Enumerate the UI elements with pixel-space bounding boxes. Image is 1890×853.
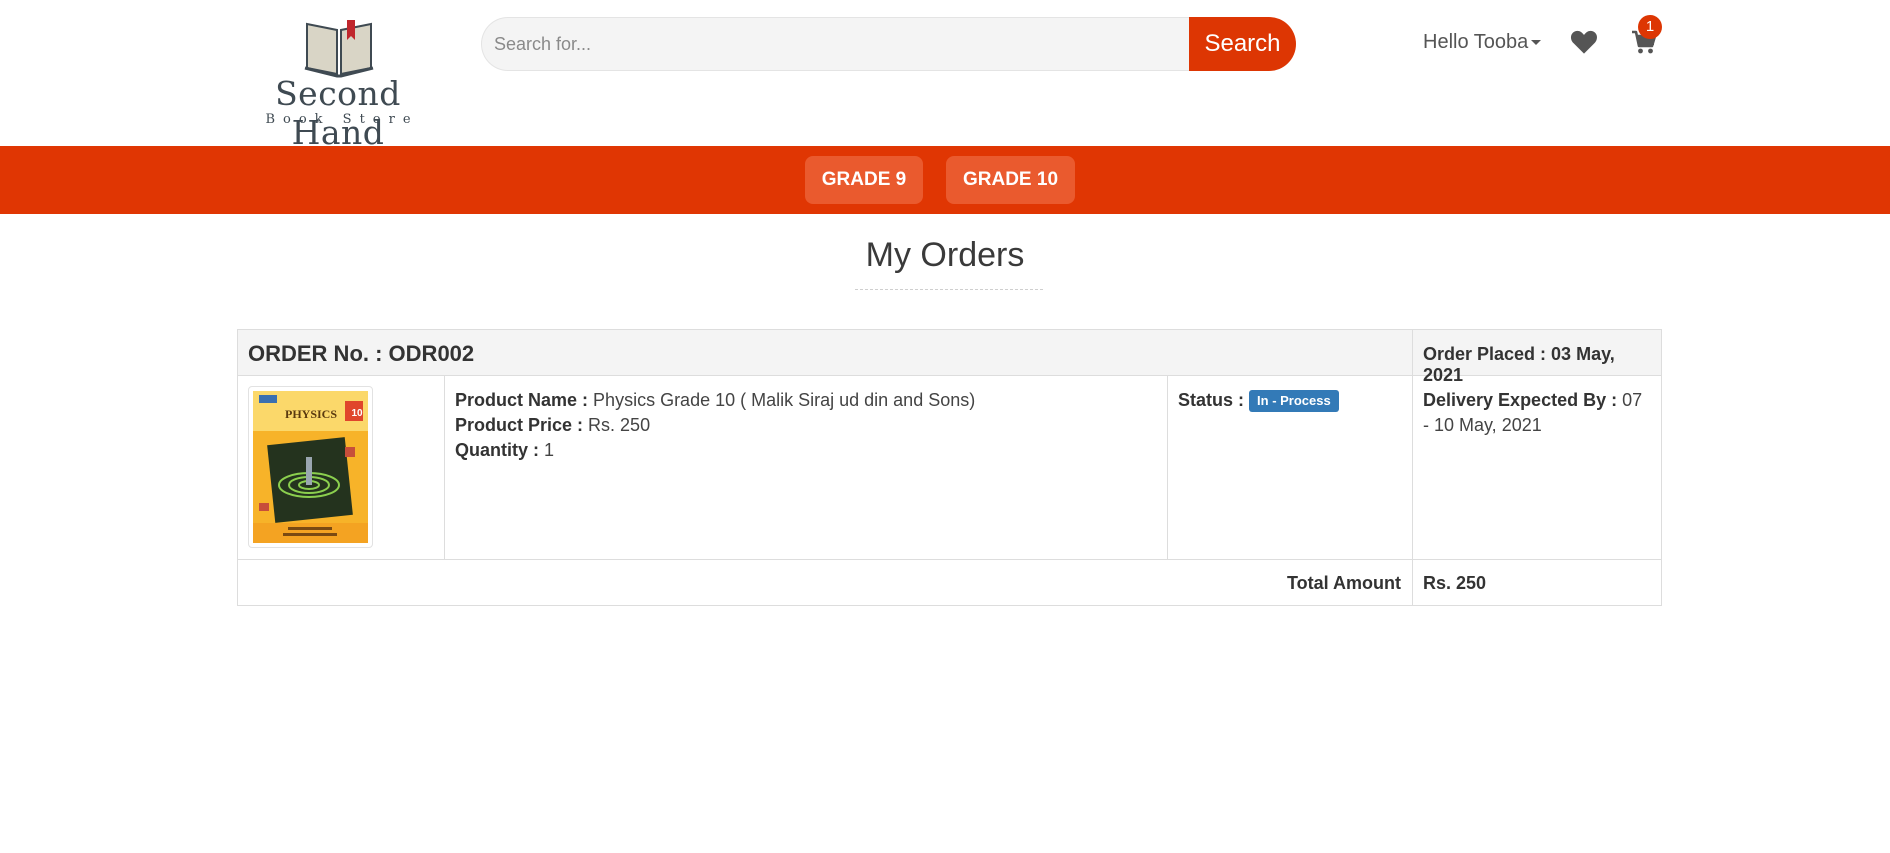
product-price-label: Product Price : [455,415,584,435]
total-amount: Rs. 250 [1412,560,1662,605]
nav-grade-10[interactable]: GRADE 10 [946,156,1075,204]
order-header-row: ORDER No. : ODR002 Order Placed : 03 May… [238,330,1662,385]
status-badge: In - Process [1249,390,1339,412]
book-cover-image: 10 PHYSICS [253,391,368,543]
page-title: My Orders [865,236,1025,274]
total-amount-label: Total Amount [1287,573,1401,593]
order-placed-date: Order Placed : 03 May, 2021 [1412,330,1662,385]
cover-title: PHYSICS [285,407,337,421]
product-name-line: Product Name : Physics Grade 10 ( Malik … [455,388,1157,413]
heart-icon[interactable] [1570,29,1598,55]
product-image-cell: 10 PHYSICS [238,376,444,559]
product-quantity-line: Quantity : 1 [455,438,1157,463]
title-divider [855,289,1043,290]
product-thumbnail[interactable]: 10 PHYSICS [248,386,373,548]
product-price-line: Product Price : Rs. 250 [455,413,1157,438]
cart-count-badge: 1 [1638,15,1662,39]
product-name[interactable]: Physics Grade 10 ( Malik Siraj ud din an… [593,390,975,410]
cover-grade: 10 [351,408,363,419]
delivery-cell: Delivery Expected By : 07 - 10 May, 2021 [1412,376,1662,559]
open-book-icon [304,20,374,78]
order-number: ORDER No. : ODR002 [248,341,475,366]
user-greeting: Hello Tooba [1423,31,1529,53]
search-button[interactable]: Search [1189,17,1296,71]
search-bar: Search [481,17,1296,71]
logo-subtitle: Book Store [265,112,419,127]
status-label: Status : [1178,390,1245,410]
delivery-label: Delivery Expected By : [1423,390,1618,410]
search-input[interactable] [481,17,1201,71]
nav-grade-9[interactable]: GRADE 9 [805,156,923,204]
order-table: ORDER No. : ODR002 Order Placed : 03 May… [237,329,1662,606]
grade-nav: GRADE 9 GRADE 10 [0,146,1890,214]
product-name-label: Product Name : [455,390,589,410]
user-menu[interactable]: Hello Tooba [1423,31,1542,54]
product-info-cell: Product Name : Physics Grade 10 ( Malik … [444,376,1167,559]
site-logo[interactable]: Second Hand Book Store [236,16,440,152]
site-header: Second Hand Book Store Search Hello Toob… [0,0,1890,152]
product-quantity-label: Quantity : [455,440,539,460]
product-price: Rs. 250 [588,415,651,435]
caret-down-icon [1531,40,1542,46]
order-total-row: Total Amount Rs. 250 [238,560,1661,605]
order-item-row: 10 PHYSICS Product Name : Physics Grade … [238,376,1661,560]
product-quantity: 1 [544,440,555,460]
order-status-cell: Status : In - Process [1167,376,1412,559]
